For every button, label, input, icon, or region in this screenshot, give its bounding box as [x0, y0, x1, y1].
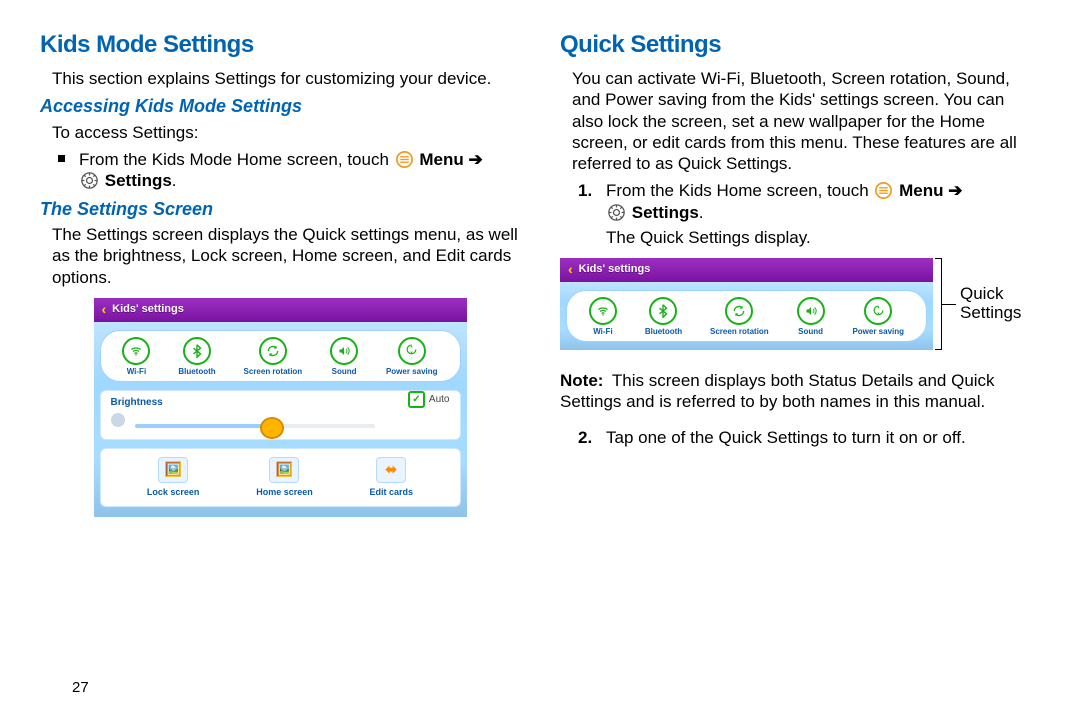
auto-brightness-checkbox[interactable]: ✓ Auto [408, 391, 450, 408]
quick-settings-row: Wi-Fi Bluetooth Screen rotation Sound [100, 330, 461, 382]
lock-screen-card[interactable]: 🖼️ Lock screen [147, 457, 200, 498]
bluetooth-icon [649, 297, 677, 325]
qs-sound-label: Sound [798, 327, 823, 337]
qs-intro-paragraph: You can activate Wi-Fi, Bluetooth, Scree… [572, 68, 1040, 174]
subheading-settings-screen: The Settings Screen [40, 198, 520, 221]
note-label: Note: [560, 371, 603, 390]
step-2-text: Tap one of the Quick Settings to turn it… [606, 427, 966, 448]
bullet-pre: From the Kids Mode Home screen, touch [79, 150, 394, 169]
home-screen-icon: 🖼️ [269, 457, 299, 483]
sound-icon [330, 337, 358, 365]
bullet-settings-label: Settings [105, 171, 172, 190]
bluetooth-icon [183, 337, 211, 365]
qs-power-label: Power saving [386, 367, 438, 377]
step-number-1: 1. [578, 180, 596, 201]
qs-power-label: Power saving [852, 327, 904, 337]
panel-header[interactable]: ‹ Kids' settings [94, 298, 467, 322]
kids-settings-panel-full: ‹ Kids' settings Wi-Fi Bluetooth Screen [94, 298, 467, 517]
panel-title: Kids' settings [579, 263, 651, 277]
qs-wifi-label: Wi-Fi [593, 327, 612, 337]
brightness-thumb-icon[interactable] [260, 417, 284, 439]
edit-cards-card[interactable]: ⬌ Edit cards [370, 457, 414, 498]
intro-paragraph: This section explains Settings for custo… [52, 68, 520, 89]
brightness-card: Brightness ✓ Auto [100, 390, 461, 440]
qs-wifi[interactable]: Wi-Fi [589, 297, 617, 337]
bullet-icon [58, 155, 65, 162]
qs-rotation-label: Screen rotation [244, 367, 303, 377]
step1-settings-label: Settings [632, 203, 699, 222]
kids-settings-panel-qs-only: ‹ Kids' settings Wi-Fi Bluetooth [560, 258, 933, 350]
period: . [699, 203, 704, 222]
power-saving-icon [864, 297, 892, 325]
rotation-icon [725, 297, 753, 325]
arrow-icon: ➔ [948, 181, 962, 200]
gear-icon [81, 172, 98, 189]
edit-cards-icon: ⬌ [376, 457, 406, 483]
annotation-quick-settings: QuickSettings [956, 285, 1021, 322]
bottom-cards-row: 🖼️ Lock screen 🖼️ Home screen ⬌ Edit car… [100, 448, 461, 507]
menu-icon [396, 151, 413, 168]
qs-power[interactable]: Power saving [386, 337, 438, 377]
bullet-menu-label: Menu [419, 150, 463, 169]
qs-rotation[interactable]: Screen rotation [244, 337, 303, 377]
quick-settings-row: Wi-Fi Bluetooth Screen rotation Sou [566, 290, 927, 342]
note-paragraph: Note: This screen displays both Status D… [560, 370, 1040, 413]
qs-bluetooth[interactable]: Bluetooth [645, 297, 682, 337]
step-number-2: 2. [578, 427, 596, 448]
check-icon: ✓ [408, 391, 425, 408]
qs-rotation[interactable]: Screen rotation [710, 297, 769, 337]
qs-wifi-label: Wi-Fi [127, 367, 146, 377]
auto-label: Auto [429, 394, 450, 407]
wifi-icon [589, 297, 617, 325]
heading-kids-mode-settings: Kids Mode Settings [40, 30, 520, 60]
panel-title: Kids' settings [112, 303, 184, 317]
qs-sound-label: Sound [332, 367, 357, 377]
sun-icon [111, 413, 125, 427]
access-lead: To access Settings: [52, 122, 520, 143]
brightness-slider[interactable] [135, 424, 375, 428]
bullet-text: From the Kids Mode Home screen, touch Me… [79, 149, 483, 192]
qs-bluetooth[interactable]: Bluetooth [178, 337, 215, 377]
lock-screen-label: Lock screen [147, 487, 200, 498]
annotation-bracket [935, 258, 942, 350]
annotation-line [942, 304, 956, 305]
arrow-icon: ➔ [469, 150, 483, 169]
sound-icon [797, 297, 825, 325]
qs-sound[interactable]: Sound [330, 337, 358, 377]
gear-icon [608, 204, 625, 221]
menu-icon [875, 182, 892, 199]
home-screen-card[interactable]: 🖼️ Home screen [256, 457, 313, 498]
note-text: This screen displays both Status Details… [560, 371, 995, 411]
step1-menu-label: Menu [899, 181, 943, 200]
edit-cards-label: Edit cards [370, 487, 414, 498]
step-1-text: From the Kids Home screen, touch Menu ➔ … [606, 180, 963, 248]
step1-pre: From the Kids Home screen, touch [606, 181, 873, 200]
qs-bluetooth-label: Bluetooth [645, 327, 682, 337]
home-screen-label: Home screen [256, 487, 313, 498]
qs-wifi[interactable]: Wi-Fi [122, 337, 150, 377]
back-chevron-icon[interactable]: ‹ [568, 261, 573, 279]
heading-quick-settings: Quick Settings [560, 30, 1040, 60]
page-number: 27 [72, 679, 89, 698]
power-saving-icon [398, 337, 426, 365]
wifi-icon [122, 337, 150, 365]
qs-rotation-label: Screen rotation [710, 327, 769, 337]
brightness-label: Brightness [111, 397, 450, 410]
rotation-icon [259, 337, 287, 365]
panel-header[interactable]: ‹ Kids' settings [560, 258, 933, 282]
qs-power[interactable]: Power saving [852, 297, 904, 337]
settings-screen-paragraph: The Settings screen displays the Quick s… [52, 224, 520, 288]
step1-tail: The Quick Settings display. [606, 228, 811, 247]
period: . [172, 171, 177, 190]
subheading-accessing: Accessing Kids Mode Settings [40, 95, 520, 118]
qs-bluetooth-label: Bluetooth [178, 367, 215, 377]
qs-sound[interactable]: Sound [797, 297, 825, 337]
lock-screen-icon: 🖼️ [158, 457, 188, 483]
back-chevron-icon[interactable]: ‹ [102, 301, 107, 319]
